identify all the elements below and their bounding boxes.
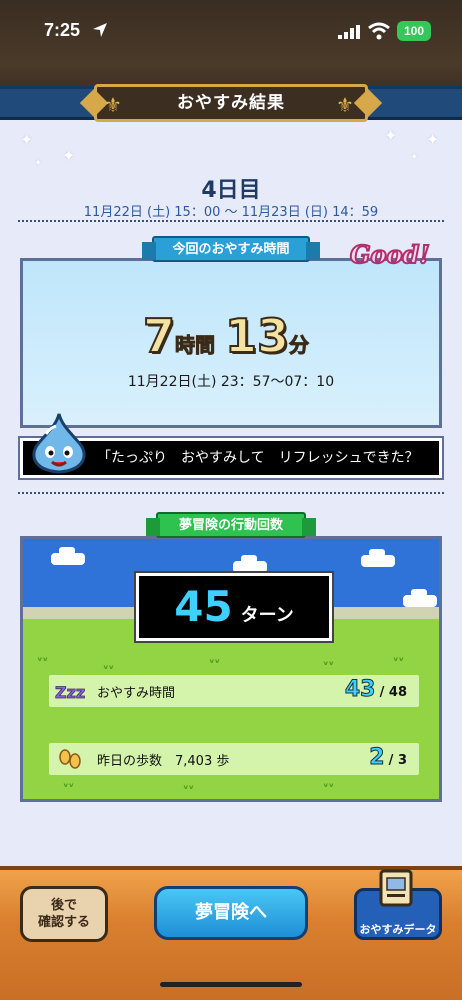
sparkle-icon: ✦ — [62, 146, 76, 165]
sparkle-icon: ✦ — [20, 130, 34, 149]
wifi-icon — [368, 22, 390, 40]
stat-row-sleep: Zzz おやすみ時間 43 / 48 — [49, 675, 419, 707]
go-adventure-button[interactable]: 夢冒険へ — [154, 886, 308, 940]
sleep-time-panel: 7時間 13分 11月22日(土) 23：57～07：10 — [20, 258, 442, 428]
sleep-minutes: 13 — [224, 308, 290, 364]
fleur-left-icon: ⚜ — [104, 93, 122, 117]
sleep-time-ribbon: 今回のおやすみ時間 — [142, 236, 320, 262]
check-later-button[interactable]: 後で 確認する — [20, 886, 108, 942]
stat-label: 昨日の歩数 7,403 歩 — [97, 754, 230, 769]
cloud-icon — [361, 549, 395, 567]
grass-tuft-icon: ᵥᵥ — [37, 651, 49, 664]
divider — [18, 220, 444, 222]
adventure-ribbon: 夢冒険の行動回数 — [146, 512, 316, 538]
status-time: 7:25 — [44, 20, 81, 40]
grass-tuft-icon: ᵥᵥ — [183, 779, 195, 792]
stat-current: 2 — [369, 745, 385, 771]
cellular-signal-icon — [338, 25, 360, 39]
stat-value: 2 / 3 — [369, 745, 407, 771]
stat-max: / 48 — [379, 685, 407, 700]
grass-tuft-icon: ᵥᵥ — [323, 777, 335, 790]
data-book-icon — [379, 869, 413, 907]
footprints-icon — [59, 749, 81, 769]
grass-tuft-icon: ᵥᵥ — [209, 653, 221, 666]
sleep-minutes-unit: 分 — [289, 333, 310, 358]
status-bar: 7:25 100 — [0, 0, 462, 60]
sleep-hours: 7 — [142, 308, 176, 364]
sparkle-icon: ✦ — [384, 126, 398, 145]
stat-max: / 3 — [388, 753, 407, 768]
grass-tuft-icon: ᵥᵥ — [103, 659, 115, 672]
cloud-icon — [233, 555, 267, 573]
home-indicator — [160, 982, 302, 987]
grass-tuft-icon: ᵥᵥ — [63, 777, 75, 790]
check-later-line1: 後で — [50, 898, 77, 913]
day-title: 4日目 — [201, 178, 261, 203]
adventure-panel: ᵥᵥ ᵥᵥ ᵥᵥ ᵥᵥ ᵥᵥ ᵥᵥ ᵥᵥ ᵥᵥ 45 ターン Zzz おやすみ時間… — [20, 536, 442, 802]
sleep-hours-unit: 時間 — [175, 333, 216, 358]
battery-indicator: 100 — [397, 21, 431, 41]
day-range: 11月22日 (土) 15：00 ～ 11月23日 (日) 14：59 — [83, 205, 379, 220]
cloud-icon — [51, 547, 85, 565]
check-later-line2: 確認する — [37, 915, 90, 930]
sparkle-icon: ✦ — [34, 158, 43, 169]
stat-label: おやすみ時間 — [97, 686, 176, 701]
slime-character-icon — [32, 413, 86, 474]
turns-unit: ターン — [240, 605, 294, 626]
cloud-icon — [403, 589, 437, 607]
grass-tuft-icon: ᵥᵥ — [323, 655, 335, 668]
zzz-icon: Zzz — [55, 683, 85, 702]
stat-current: 43 — [344, 677, 376, 703]
sparkle-icon: ✦ — [426, 130, 440, 149]
good-badge: Good! — [349, 239, 431, 270]
turns-count: 45 — [174, 582, 233, 631]
sleep-duration: 7時間 13分 — [23, 308, 439, 364]
location-arrow-icon — [93, 23, 107, 37]
page-title: おやすみ結果 — [177, 93, 285, 113]
stat-value: 43 / 48 — [344, 677, 407, 703]
fleur-right-icon: ⚜ — [336, 93, 354, 117]
stat-row-steps: 昨日の歩数 7,403 歩 2 / 3 — [49, 743, 419, 775]
divider — [18, 492, 444, 494]
turns-box: 45 ターン — [134, 571, 334, 643]
sparkle-icon: ✦ — [410, 152, 419, 163]
sleep-range: 11月22日(土) 23：57～07：10 — [127, 374, 335, 390]
title-plate: おやすみ結果 — [94, 84, 368, 122]
grass-tuft-icon: ᵥᵥ — [393, 651, 405, 664]
svg-text:Zzz: Zzz — [55, 683, 85, 702]
